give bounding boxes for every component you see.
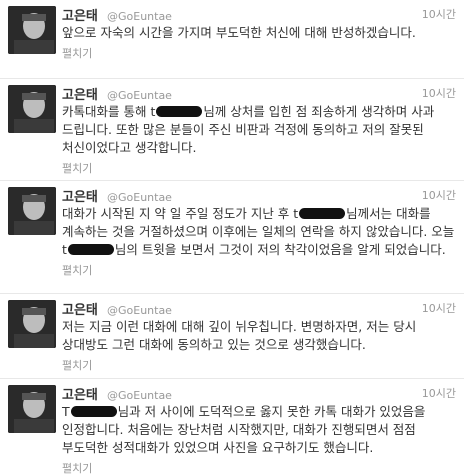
tweet-text: 저는 지금 이런 대화에 대해 깊이 뉘우칩니다. 변명하자면, 저는 당시 상…: [62, 319, 417, 352]
redaction-mark: [70, 406, 117, 417]
tweet-timestamp[interactable]: 10시간: [422, 385, 456, 401]
avatar[interactable]: [8, 187, 56, 235]
tweet[interactable]: 고은태 @GoEuntae 10시간 카톡대화를 통해 t 님께 상처를 입힌 점…: [0, 79, 464, 181]
tweet[interactable]: 고은태 @GoEuntae 10시간 저는 지금 이런 대화에 대해 깊이 뉘우…: [0, 294, 464, 379]
user-handle[interactable]: @GoEuntae: [107, 191, 172, 204]
tweet-text: T 님과 저 사이에 도덕적으로 옳지 못한 카톡 대화가 있었음을 인정합니다.…: [62, 403, 456, 457]
user-handle[interactable]: @GoEuntae: [107, 89, 172, 102]
expand-link[interactable]: 펼치기: [62, 460, 456, 476]
user-name[interactable]: 고은태: [62, 303, 98, 318]
tweet[interactable]: 고은태 @GoEuntae 10시간 T 님과 저 사이에 도덕적으로 옳지 못한…: [0, 379, 464, 475]
user-handle[interactable]: @GoEuntae: [107, 389, 172, 402]
tweet-text: 앞으로 자숙의 시간을 가지며 부도덕한 처신에 대해 반성하겠습니다.: [62, 25, 416, 40]
avatar-portrait-icon: [8, 385, 56, 433]
avatar-portrait-icon: [8, 300, 56, 348]
redaction-mark: [156, 106, 203, 117]
avatar-portrait-icon: [8, 6, 56, 54]
tweet[interactable]: 고은태 @GoEuntae 10시간 대화가 시작된 지 약 일 주일 정도가 …: [0, 181, 464, 294]
tweet-timestamp[interactable]: 10시간: [422, 85, 456, 101]
user-name[interactable]: 고은태: [62, 190, 98, 205]
tweet-timestamp[interactable]: 10시간: [422, 6, 456, 22]
user-handle[interactable]: @GoEuntae: [107, 304, 172, 317]
avatar[interactable]: [8, 6, 56, 54]
expand-link[interactable]: 펼치기: [62, 160, 456, 176]
user-name[interactable]: 고은태: [62, 388, 98, 403]
avatar-portrait-icon: [8, 187, 56, 235]
avatar[interactable]: [8, 300, 56, 348]
avatar[interactable]: [8, 85, 56, 133]
tweet-text: 대화가 시작된 지 약 일 주일 정도가 지난 후 t 님께서는 대화를 계속하는…: [62, 205, 456, 259]
expand-link[interactable]: 펼치기: [62, 45, 456, 61]
expand-link[interactable]: 펼치기: [62, 357, 456, 373]
tweet-feed: 고은태 @GoEuntae 10시간 앞으로 자숙의 시간을 가지며 부도덕한 …: [0, 0, 464, 475]
redaction-mark: [67, 244, 114, 255]
user-handle[interactable]: @GoEuntae: [107, 10, 172, 23]
avatar[interactable]: [8, 385, 56, 433]
avatar-portrait-icon: [8, 85, 56, 133]
tweet-text-part: 카톡대화를 통해 t: [62, 104, 156, 119]
tweet-timestamp[interactable]: 10시간: [422, 187, 456, 203]
tweet-text-part: T: [62, 404, 70, 419]
tweet-text-part: 님의 트윗을 보면서 그것이 저의 착각이었음을 알게 되었습니다.: [114, 242, 446, 257]
user-name[interactable]: 고은태: [62, 9, 98, 24]
expand-link[interactable]: 펼치기: [62, 262, 456, 278]
tweet-text: 카톡대화를 통해 t 님께 상처를 입힌 점 죄송하게 생각하며 사과 드립니다.…: [62, 103, 456, 157]
redaction-mark: [299, 208, 346, 219]
tweet-text-part: 대화가 시작된 지 약 일 주일 정도가 지난 후 t: [62, 206, 299, 221]
tweet-timestamp[interactable]: 10시간: [422, 300, 456, 316]
tweet[interactable]: 고은태 @GoEuntae 10시간 앞으로 자숙의 시간을 가지며 부도덕한 …: [0, 0, 464, 79]
user-name[interactable]: 고은태: [62, 88, 98, 103]
